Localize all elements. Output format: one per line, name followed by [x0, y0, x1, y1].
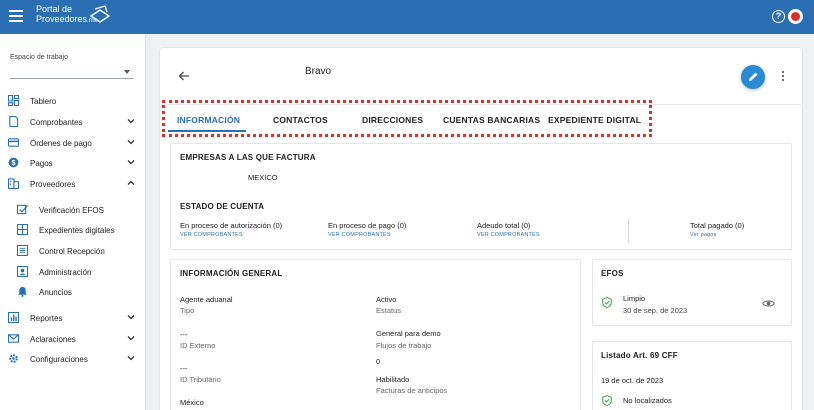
pencil-icon: [749, 72, 758, 81]
view-invoices-link-authorization[interactable]: VER COMPROBANTES: [180, 232, 243, 238]
shield-check-icon: [602, 395, 612, 406]
sidebar-item-label: Órdenes de pago: [30, 139, 92, 148]
field-value-workflow: General para demo: [376, 329, 441, 338]
chart-icon: [8, 312, 19, 323]
top-app-bar: [0, 0, 814, 34]
chevron-down-icon[interactable]: [126, 137, 136, 147]
efos-status: Limpio: [623, 294, 646, 303]
grid-icon: [17, 224, 28, 235]
field-value-type: Agente aduanal: [180, 295, 233, 304]
sidebar-item-anuncios[interactable]: Anuncios: [0, 282, 146, 302]
verified-icon: [17, 204, 28, 215]
view-invoices-link-debt[interactable]: VER COMPROBANTES: [477, 232, 540, 238]
field-label-status: Estatus: [376, 306, 402, 315]
chevron-down-icon[interactable]: [126, 312, 136, 322]
edit-button[interactable]: [741, 65, 765, 89]
field-label-type: Tipo: [180, 306, 195, 315]
tabs-highlight-box: [162, 100, 652, 137]
business-icon: [8, 178, 19, 189]
sidebar-item-verificacion-efos[interactable]: Verificación EFOS: [0, 200, 146, 220]
sidebar-item-control-recepcion[interactable]: Control Recepción: [0, 241, 146, 261]
sidebar-item-reportes[interactable]: Reportes: [0, 308, 146, 328]
field-value-tax-id: ---: [180, 364, 188, 373]
sidebar-item-label: Expedientes digitales: [39, 226, 115, 235]
art69-date: 19 de oct. de 2023: [601, 376, 664, 385]
hamburger-menu-icon[interactable]: [9, 10, 23, 24]
status-payment: En proceso de pago (0): [328, 221, 407, 230]
eye-icon[interactable]: [762, 299, 775, 308]
workspace-label: Espacio de trabajo: [10, 54, 68, 61]
field-label-advances: Facturas de anticipos: [376, 386, 448, 395]
logo-box-icon: [89, 5, 111, 23]
status-authorization: En proceso de autorización (0): [180, 221, 283, 230]
sidebar-item-tablero[interactable]: Tablero: [0, 91, 146, 111]
sidebar-item-label: Verificación EFOS: [39, 206, 104, 215]
field-label-external-id: ID Externo: [180, 341, 216, 350]
sidebar-item-label: Reportes: [30, 314, 63, 323]
sidebar-item-label: Tablero: [30, 97, 57, 106]
logo-line-2: Proveedores: [36, 14, 88, 24]
sidebar-item-aclaraciones[interactable]: Aclaraciones: [0, 329, 146, 349]
credit-card-icon: [8, 138, 19, 147]
admin-icon: [17, 266, 28, 277]
help-icon[interactable]: ?: [772, 10, 785, 23]
sidebar-item-label: Configuraciones: [30, 355, 88, 364]
field-value-status: Activo: [376, 295, 397, 304]
chevron-down-icon[interactable]: [126, 157, 136, 167]
sidebar-item-label: Aclaraciones: [30, 335, 76, 344]
mail-icon: [8, 334, 19, 343]
dashboard-icon: [8, 95, 19, 106]
status-total-debt: Adeudo total (0): [477, 221, 531, 230]
dollar-icon: $: [8, 157, 19, 168]
sidebar-item-administracion[interactable]: Administración: [0, 262, 146, 282]
field-label-tax-id: ID Tributario: [180, 375, 221, 384]
sidebar-item-label: Comprobantes: [30, 118, 83, 127]
more-options-icon[interactable]: [781, 71, 785, 83]
field-label-workflow: Flujos de trabajo: [376, 341, 432, 350]
field-value-count: 0: [376, 357, 381, 366]
bell-icon: [17, 286, 28, 297]
workspace-select[interactable]: [10, 66, 133, 79]
field-value-advances: Habilitado: [376, 375, 410, 384]
sidebar-item-expedientes-digitales[interactable]: Expedientes digitales: [0, 220, 146, 240]
sidebar-item-comprobantes[interactable]: Comprobantes: [0, 112, 146, 132]
shield-check-icon: [602, 297, 612, 308]
page-title: Bravo: [305, 66, 332, 77]
brand-badge-icon[interactable]: [788, 9, 803, 24]
status-total-paid: Total pagado (0): [690, 221, 745, 230]
sidebar-item-label: Proveedores: [30, 180, 76, 189]
efos-title: EFOS: [601, 269, 624, 278]
sidebar-item-configuraciones[interactable]: Configuraciones: [0, 349, 146, 369]
art69-status: No localizados: [623, 396, 672, 405]
sidebar-item-proveedores[interactable]: Proveedores: [0, 174, 146, 194]
sidebar-item-label: Pagos: [30, 159, 53, 168]
chevron-down-icon[interactable]: [126, 116, 136, 126]
sidebar-item-label: Administración: [39, 268, 92, 277]
svg-text:$: $: [11, 158, 15, 167]
field-value-external-id: ---: [180, 330, 188, 339]
account-status-title: ESTADO DE CUENTA: [180, 202, 265, 211]
sidebar-item-label: Anuncios: [39, 288, 72, 297]
document-icon: [9, 116, 19, 127]
invoiced-company: MEXICO: [248, 173, 278, 182]
general-info-title: INFORMACIÓN GENERAL: [180, 269, 283, 278]
sidebar-item-label: Control Recepción: [39, 247, 105, 256]
sidebar-item-ordenes-de-pago[interactable]: Órdenes de pago: [0, 133, 146, 153]
list-icon: [17, 245, 28, 256]
status-divider: [628, 219, 629, 243]
invoicing-title: EMPRESAS A LAS QUE FACTURA: [180, 153, 316, 162]
efos-date: 30 de sep. de 2023: [623, 306, 688, 315]
chevron-down-icon[interactable]: [126, 333, 136, 343]
chevron-down-icon[interactable]: [126, 353, 136, 363]
view-payments-link[interactable]: Ver pagos: [690, 232, 717, 238]
sidebar-item-pagos[interactable]: $ Pagos: [0, 153, 146, 173]
chevron-up-icon[interactable]: [126, 178, 136, 188]
view-invoices-link-payment[interactable]: VER COMPROBANTES: [328, 232, 391, 238]
gear-icon: [9, 354, 18, 363]
art69-title: Listado Art. 69 CFF: [601, 351, 678, 360]
back-arrow-icon[interactable]: [178, 70, 190, 82]
field-value-country: México: [180, 398, 204, 407]
